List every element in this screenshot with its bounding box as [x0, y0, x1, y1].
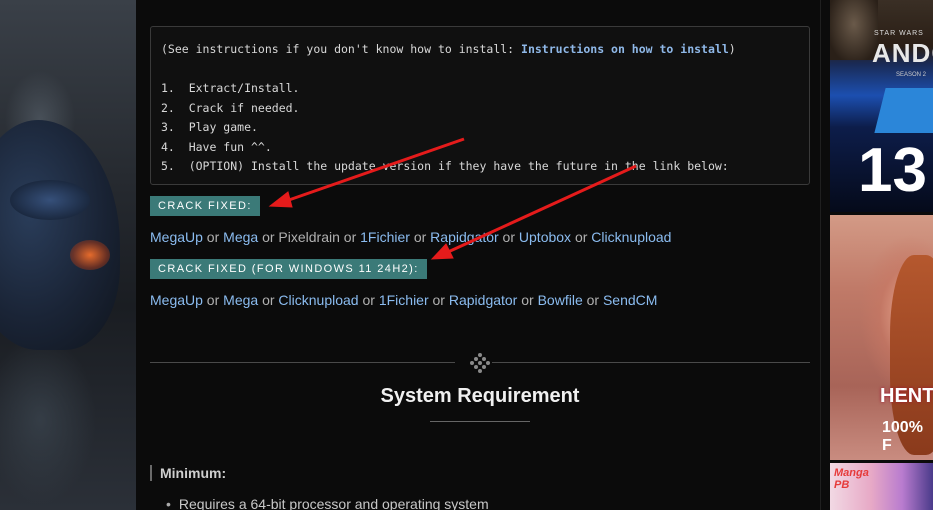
crack-fixed-links: MegaUp or Mega or Pixeldrain or 1Fichier… [150, 229, 672, 245]
section-divider-left [150, 362, 455, 363]
creature-eye [10, 180, 90, 220]
ad-blue-banner [874, 88, 933, 133]
ad-banner-manga[interactable]: Manga PB [830, 463, 933, 510]
ember-glow [70, 240, 110, 270]
link-bowfile[interactable]: Bowfile [538, 292, 583, 308]
link-uptobox[interactable]: Uptobox [519, 229, 571, 245]
link-megaup[interactable]: MegaUp [150, 229, 203, 245]
main-content: (See instructions if you don't know how … [136, 0, 820, 510]
step-1: 1. Extract/Install. [161, 81, 300, 95]
ad-banner-anime[interactable]: HENT 100% F [830, 215, 933, 460]
sidebar-gutter [820, 0, 830, 510]
crack-fixed-win11-links: MegaUp or Mega or Clicknupload or 1Fichi… [150, 292, 658, 308]
step-3: 3. Play game. [161, 120, 258, 134]
requirement-item: Requires a 64-bit processor and operatin… [166, 496, 489, 510]
crack-fixed-label: CRACK FIXED: [150, 196, 260, 216]
minimum-label: Minimum: [150, 465, 226, 481]
step-5: 5. (OPTION) Install the update version i… [161, 159, 729, 173]
diamond-dots-icon [470, 353, 490, 373]
link-clicknupload[interactable]: Clicknupload [278, 292, 358, 308]
link-megaup[interactable]: MegaUp [150, 292, 203, 308]
link-1fichier[interactable]: 1Fichier [379, 292, 429, 308]
link-rapidgator[interactable]: Rapidgator [449, 292, 518, 308]
title-underline [430, 421, 530, 422]
link-rapidgator[interactable]: Rapidgator [430, 229, 499, 245]
step-2: 2. Crack if needed. [161, 100, 300, 115]
crack-fixed-win11-label: CRACK FIXED (FOR WINDOWS 11 24H2): [150, 259, 427, 279]
instructions-link[interactable]: Instructions on how to install [521, 42, 729, 56]
link-pixeldrain[interactable]: Pixeldrain [278, 229, 339, 245]
ad-big-number: 13 [858, 136, 927, 205]
instructions-intro: (See instructions if you don't know how … [161, 42, 736, 56]
ad-brand-top: STAR WARS [874, 30, 924, 37]
ad-banner-andor[interactable]: STAR WARS ANDOR SEASON 2 13 [830, 0, 933, 212]
section-divider-right [492, 362, 810, 363]
link-sendcm[interactable]: SendCM [603, 292, 657, 308]
step-4: 4. Have fun ^^. [161, 139, 272, 154]
link-1fichier[interactable]: 1Fichier [360, 229, 410, 245]
ad-character-figure [830, 0, 878, 60]
link-mega[interactable]: Mega [223, 292, 258, 308]
install-instructions-box: (See instructions if you don't know how … [150, 26, 810, 185]
ad-logo: Manga PB [834, 467, 869, 491]
link-mega[interactable]: Mega [223, 229, 258, 245]
ad-title: HENT [880, 385, 933, 407]
ad-brand: ANDOR [872, 38, 933, 68]
link-clicknupload[interactable]: Clicknupload [591, 229, 671, 245]
ad-season: SEASON 2 [896, 72, 927, 78]
system-requirement-title: System Requirement [380, 385, 580, 407]
creature-illustration [0, 120, 120, 350]
left-background-art [0, 0, 136, 510]
ad-subtitle: 100% F [882, 419, 923, 454]
